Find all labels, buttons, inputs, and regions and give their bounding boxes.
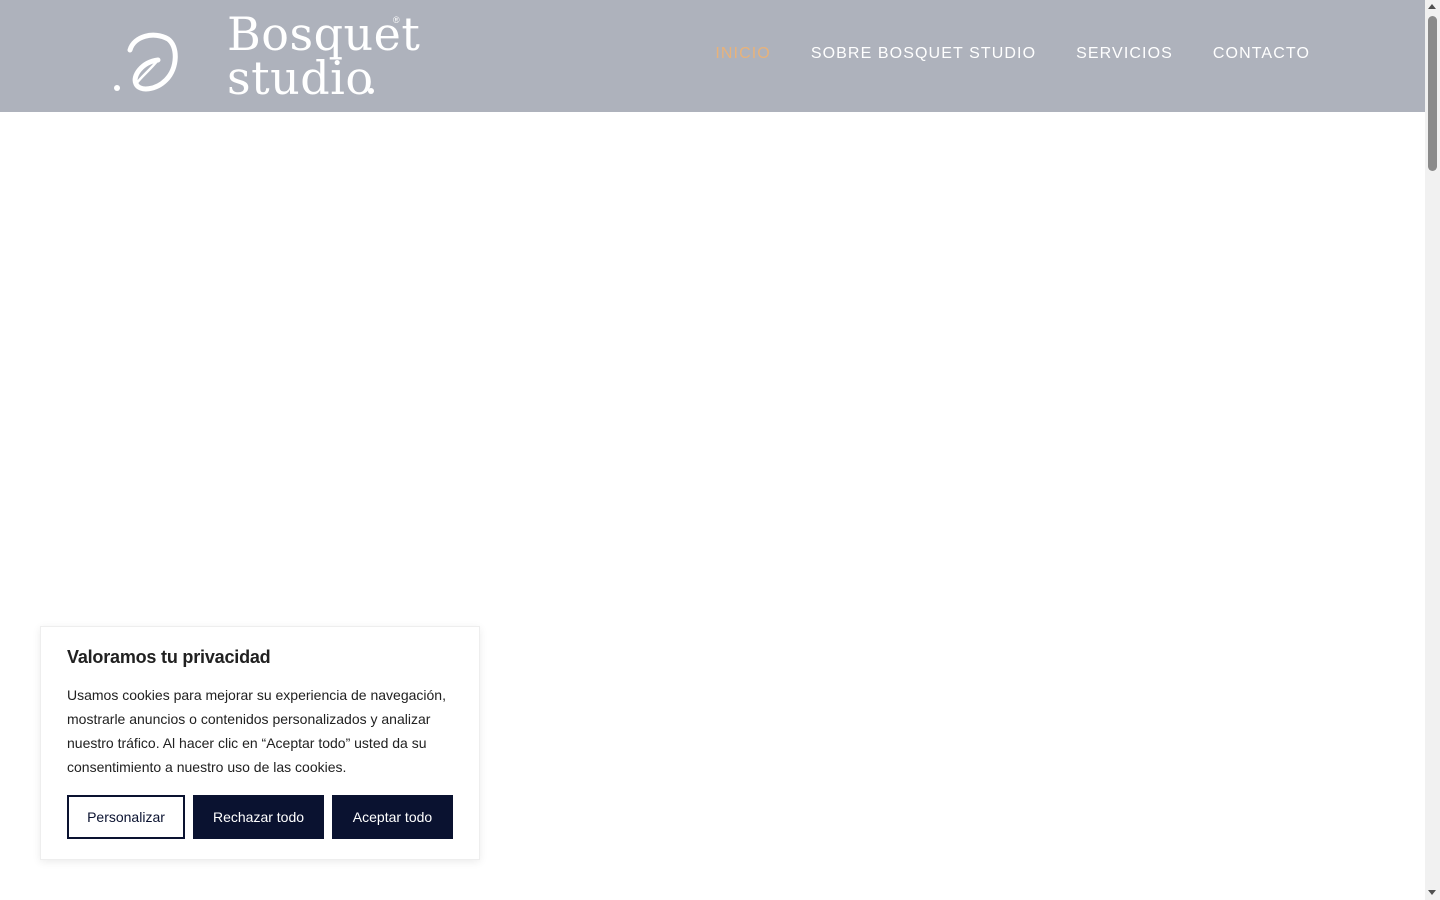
scrollbar-thumb[interactable] xyxy=(1428,16,1437,171)
brand-wordmark: Bosquet studio ® xyxy=(227,7,421,104)
nav-link-inicio[interactable]: INICIO xyxy=(715,45,771,63)
brand-name-line1: Bosquet xyxy=(227,7,421,61)
accept-all-cookies-button[interactable]: Aceptar todo xyxy=(332,795,453,839)
cookie-banner-description: Usamos cookies para mejorar su experienc… xyxy=(67,687,446,775)
page-scrollbar[interactable] xyxy=(1425,0,1440,900)
cookie-banner-actions: Personalizar Rechazar todo Aceptar todo xyxy=(67,795,453,839)
brand-name-line2-text: studio xyxy=(227,51,374,105)
cookie-banner-title: Valoramos tu privacidad xyxy=(67,647,271,667)
cookie-consent-banner: Valoramos tu privacidad Usamos cookies p… xyxy=(40,626,480,860)
nav-link-sobre-bosquet-studio[interactable]: SOBRE BOSQUET STUDIO xyxy=(811,45,1036,63)
nav-link-servicios[interactable]: SERVICIOS xyxy=(1076,45,1173,63)
customize-cookies-button[interactable]: Personalizar xyxy=(67,795,185,839)
brand-name-line2: studio xyxy=(227,55,412,101)
page: Bosquet studio ® INICIO SOBRE BOSQUET ST… xyxy=(0,0,1440,900)
scroll-down-arrow-icon[interactable] xyxy=(1428,890,1436,895)
main-nav: INICIO SOBRE BOSQUET STUDIO SERVICIOS CO… xyxy=(675,0,1310,108)
nav-link-contacto[interactable]: CONTACTO xyxy=(1213,45,1310,63)
brand-dot xyxy=(368,88,374,94)
home-logo-link[interactable]: Bosquet studio ® xyxy=(110,7,421,104)
leaf-swirl-icon xyxy=(114,32,178,92)
site-header: Bosquet studio ® INICIO SOBRE BOSQUET ST… xyxy=(0,0,1425,112)
reject-all-cookies-button[interactable]: Rechazar todo xyxy=(193,795,324,839)
registered-mark: ® xyxy=(393,15,401,25)
scroll-up-arrow-icon[interactable] xyxy=(1428,4,1436,9)
